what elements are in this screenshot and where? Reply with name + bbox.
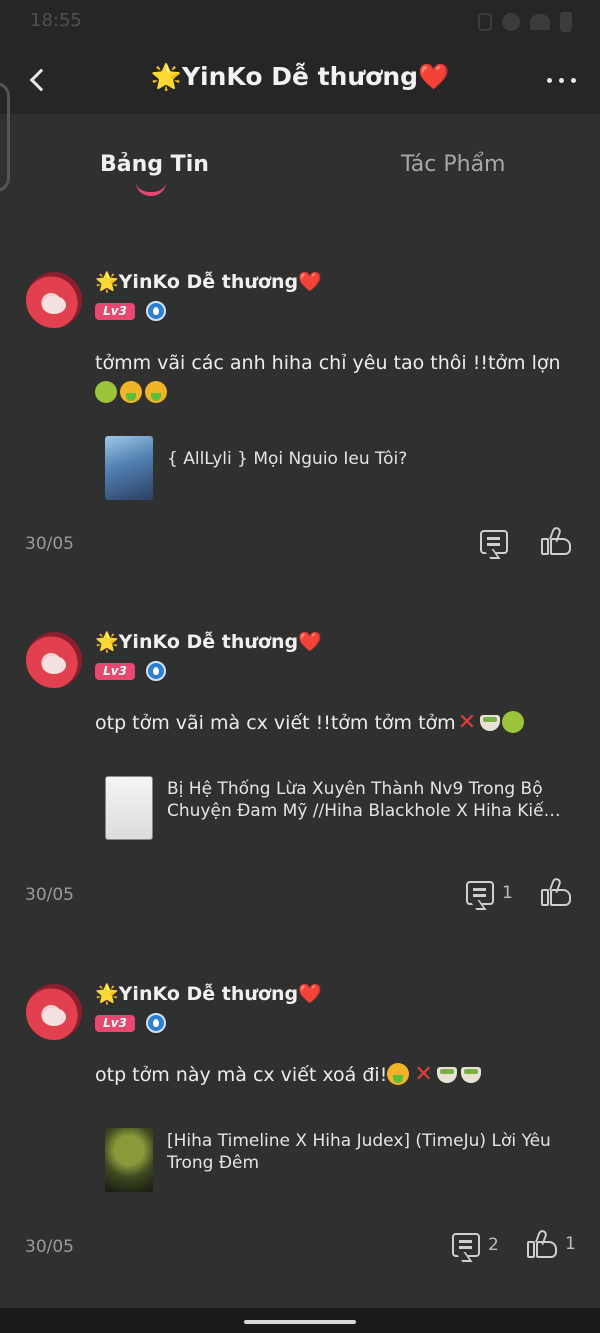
work-cover bbox=[105, 436, 153, 500]
work-title: [Hiha Timeline X Hiha Judex] (TimeJu) Lờ… bbox=[167, 1131, 551, 1173]
sick-emoji bbox=[95, 381, 117, 403]
verified-icon bbox=[146, 301, 166, 321]
vibrate-icon bbox=[478, 13, 492, 31]
system-nav-bar bbox=[0, 1308, 600, 1333]
status-bar: 18:55 bbox=[0, 0, 600, 44]
verified-icon bbox=[146, 661, 166, 681]
profile-tabs: Bảng Tin Tác Phẩm bbox=[0, 140, 600, 210]
post-date: 30/05 bbox=[25, 1237, 74, 1257]
like-button[interactable]: 1 bbox=[527, 1228, 576, 1258]
linked-work-card[interactable]: { AllLyli } Mọi Nguio Ieu Tôi? bbox=[105, 436, 575, 500]
vomit-emoji bbox=[145, 381, 167, 403]
avatar[interactable] bbox=[26, 632, 82, 688]
tea-emoji bbox=[436, 1067, 457, 1083]
linked-work-card[interactable]: Bị Hệ Thống Lừa Xuyên Thành Nv9 Trong Bộ… bbox=[105, 776, 575, 840]
tea-emoji bbox=[460, 1067, 481, 1083]
thumbs-up-icon bbox=[541, 525, 571, 555]
post-text: otp tởm này mà cx viết xoá đi! ✕ bbox=[95, 1060, 575, 1090]
comment-icon bbox=[452, 1233, 480, 1257]
post-text: otp tởm vãi mà cx viết !!tởm tởm tởm✕ bbox=[95, 708, 575, 738]
linked-work-card[interactable]: [Hiha Timeline X Hiha Judex] (TimeJu) Lờ… bbox=[105, 1128, 575, 1192]
work-title: { AllLyli } Mọi Nguio Ieu Tôi? bbox=[167, 449, 408, 469]
like-button[interactable] bbox=[541, 525, 571, 555]
more-options-button[interactable] bbox=[547, 78, 576, 83]
status-time: 18:55 bbox=[30, 10, 82, 31]
work-cover bbox=[105, 776, 153, 840]
comment-button[interactable]: 1 bbox=[466, 881, 513, 905]
level-badge: Lv3 bbox=[95, 1015, 135, 1032]
post-date: 30/05 bbox=[25, 534, 74, 554]
wifi-icon bbox=[530, 14, 550, 30]
comment-button[interactable] bbox=[480, 530, 508, 554]
avatar[interactable] bbox=[26, 984, 82, 1040]
verified-icon bbox=[146, 1013, 166, 1033]
like-button[interactable] bbox=[541, 876, 571, 906]
battery-icon bbox=[560, 12, 572, 32]
cross-mark-emoji: ✕ bbox=[457, 710, 477, 735]
heart-emoji: ❤️ bbox=[418, 62, 450, 91]
post-date: 30/05 bbox=[25, 885, 74, 905]
post-author[interactable]: 🌟YinKo Dễ thương❤️ bbox=[95, 630, 322, 653]
home-gesture-pill[interactable] bbox=[244, 1320, 356, 1324]
tab-active-indicator bbox=[136, 182, 166, 196]
more-icon bbox=[547, 78, 552, 83]
level-badge: Lv3 bbox=[95, 663, 135, 680]
dnd-icon bbox=[502, 13, 520, 31]
page-title-text: YinKo Dễ thương bbox=[181, 62, 419, 91]
comment-button[interactable]: 2 bbox=[452, 1233, 499, 1257]
tab-works[interactable]: Tác Phẩm bbox=[401, 152, 506, 177]
post-text: tởmm vãi các anh hiha chỉ yêu tao thôi !… bbox=[95, 348, 575, 408]
thumbs-up-icon bbox=[527, 1228, 557, 1258]
post-author[interactable]: 🌟YinKo Dễ thương❤️ bbox=[95, 270, 322, 293]
vomit-emoji bbox=[120, 381, 142, 403]
thumbs-up-icon bbox=[541, 876, 571, 906]
level-badge: Lv3 bbox=[95, 303, 135, 320]
comment-count: 1 bbox=[502, 883, 513, 903]
app-bar: 🌟YinKo Dễ thương❤️ bbox=[0, 44, 600, 192]
vomit-emoji bbox=[387, 1063, 410, 1085]
comment-icon bbox=[466, 881, 494, 905]
cross-mark-emoji: ✕ bbox=[414, 1062, 433, 1087]
like-count: 1 bbox=[565, 1234, 576, 1254]
sick-emoji bbox=[502, 711, 525, 733]
avatar[interactable] bbox=[26, 272, 82, 328]
tab-feed[interactable]: Bảng Tin bbox=[100, 152, 209, 177]
star-emoji: 🌟 bbox=[150, 62, 182, 91]
work-title: Bị Hệ Thống Lừa Xuyên Thành Nv9 Trong Bộ… bbox=[167, 779, 555, 821]
work-cover bbox=[105, 1128, 153, 1192]
comment-count: 2 bbox=[488, 1235, 499, 1255]
post-author[interactable]: 🌟YinKo Dễ thương❤️ bbox=[95, 982, 322, 1005]
tea-emoji bbox=[480, 715, 501, 731]
comment-icon bbox=[480, 530, 508, 554]
status-icons bbox=[478, 12, 572, 32]
page-title: 🌟YinKo Dễ thương❤️ bbox=[0, 62, 600, 92]
